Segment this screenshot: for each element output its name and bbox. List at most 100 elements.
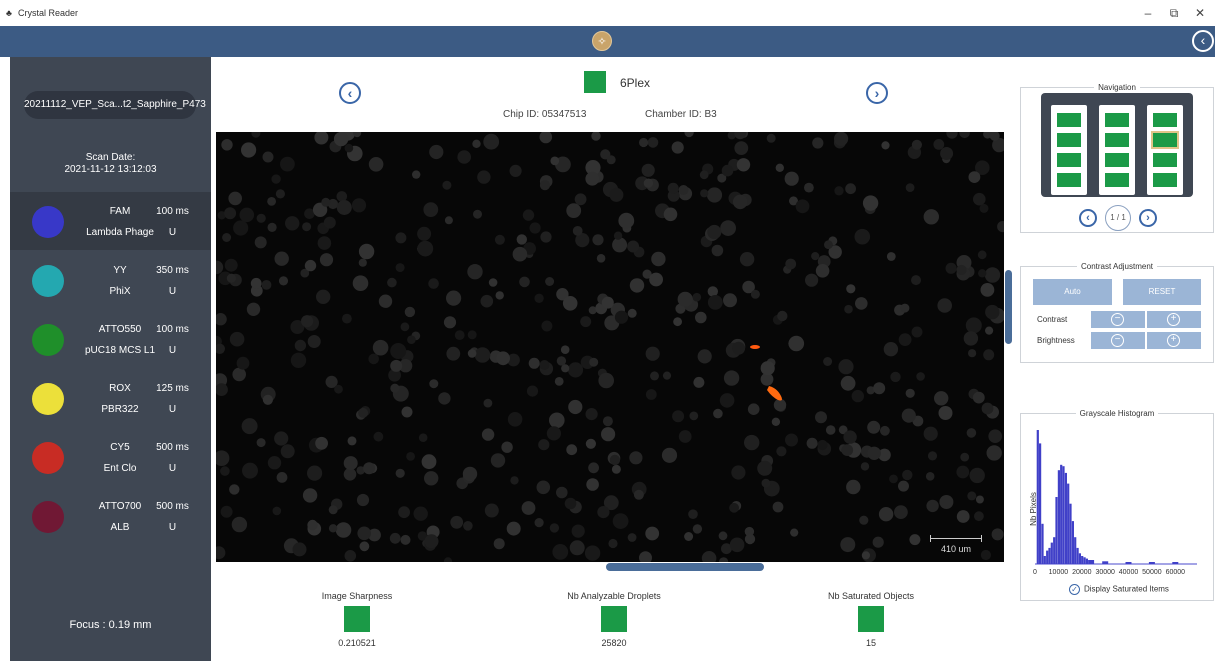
droplet <box>292 542 307 557</box>
prev-page-button[interactable]: ‹ <box>1079 209 1097 227</box>
droplet <box>463 521 473 531</box>
channel-row-yy[interactable]: YY 350 ms PhiX U <box>10 251 211 309</box>
chamber-cell[interactable] <box>1057 153 1081 167</box>
droplet <box>699 170 709 180</box>
scan-name-field[interactable]: 20211112_VEP_Sca...t2_Sapphire_P473 <box>24 91 206 119</box>
focus-readout: Focus : 0.19 mm <box>69 619 152 631</box>
droplet <box>493 538 505 550</box>
droplet <box>224 258 238 272</box>
chamber-cell[interactable] <box>1153 113 1177 127</box>
droplet <box>378 294 393 308</box>
horizontal-scrollbar[interactable] <box>606 563 764 571</box>
droplet <box>905 388 915 398</box>
brightness-decrease-button[interactable]: − <box>1091 332 1145 349</box>
next-chamber-button[interactable]: › <box>866 82 888 104</box>
droplet <box>290 352 307 368</box>
prev-chamber-button[interactable]: ‹ <box>339 82 361 104</box>
droplet <box>805 273 819 287</box>
next-page-button[interactable]: › <box>1139 209 1157 227</box>
contrast-decrease-button[interactable]: − <box>1091 311 1145 328</box>
chamber-cell-selected[interactable] <box>1151 131 1179 149</box>
droplet <box>627 533 637 542</box>
scale-label: 410 um <box>940 544 972 554</box>
droplet <box>421 454 437 470</box>
histogram-bar <box>1064 472 1067 564</box>
metric-label: Nb Saturated Objects <box>827 591 915 601</box>
chamber-cell[interactable] <box>1057 133 1081 147</box>
droplet <box>647 137 659 148</box>
droplet <box>963 331 979 346</box>
droplet <box>867 420 881 434</box>
channel-name: ATTO550 <box>98 324 142 335</box>
droplet <box>328 505 338 515</box>
droplet <box>274 431 289 446</box>
histogram-ylabel: Nb Pixels <box>1029 492 1038 526</box>
droplet <box>267 222 277 232</box>
droplet <box>262 394 273 405</box>
channel-row-atto700[interactable]: ATTO700 500 ms ALB U <box>10 487 211 545</box>
droplet <box>315 436 328 450</box>
contrast-increase-button[interactable]: + <box>1147 311 1201 328</box>
maximize-button[interactable]: ⧉ <box>1164 6 1184 21</box>
channel-name: CY5 <box>110 442 130 453</box>
droplet-image <box>216 132 1004 562</box>
droplet <box>980 283 995 297</box>
droplet <box>834 186 844 196</box>
channel-row-rox[interactable]: ROX 125 ms PBR322 U <box>10 369 211 427</box>
chamber-cell[interactable] <box>1105 133 1129 147</box>
droplet <box>539 360 550 370</box>
close-button[interactable]: ✕ <box>1190 6 1210 20</box>
page-indicator: 1 / 1 <box>1105 205 1131 231</box>
droplet <box>601 296 614 309</box>
reset-button[interactable]: RESET <box>1123 279 1201 305</box>
droplet <box>969 467 985 484</box>
droplet <box>450 515 464 529</box>
droplet <box>526 385 539 397</box>
channel-row-fam[interactable]: FAM 100 ms Lambda Phage U <box>10 192 211 250</box>
histogram-bar <box>1050 542 1053 564</box>
minimize-button[interactable]: – <box>1138 6 1158 20</box>
auto-button[interactable]: Auto <box>1033 279 1112 305</box>
chamber-cell[interactable] <box>1057 113 1081 127</box>
droplet <box>358 258 367 267</box>
droplet <box>959 132 970 139</box>
chamber-cell[interactable] <box>1057 173 1081 187</box>
chamber-cell[interactable] <box>1105 153 1129 167</box>
back-circle-icon[interactable]: ‹ <box>1192 30 1214 52</box>
chamber-cell[interactable] <box>1153 173 1177 187</box>
droplet <box>736 158 751 172</box>
droplet <box>925 472 935 481</box>
droplet <box>358 243 375 260</box>
droplet <box>701 551 717 562</box>
brightness-increase-button[interactable]: + <box>1147 332 1201 349</box>
channel-unit: U <box>168 404 177 415</box>
droplet <box>873 382 886 395</box>
droplet <box>216 450 230 466</box>
channel-name: YY <box>113 265 127 276</box>
droplet <box>406 452 415 461</box>
channel-exposure: 100 ms <box>156 324 189 335</box>
droplet <box>867 446 881 460</box>
droplet <box>732 194 748 210</box>
chamber-image-viewer[interactable] <box>216 132 1004 562</box>
droplet <box>707 286 718 297</box>
channel-row-cy5[interactable]: CY5 500 ms Ent Clo U <box>10 428 211 486</box>
channel-row-atto550[interactable]: ATTO550 100 ms pUC18 MCS L1 U <box>10 310 211 368</box>
droplet <box>938 406 953 420</box>
droplet <box>271 174 281 184</box>
droplet <box>566 203 582 218</box>
vertical-scrollbar[interactable] <box>1005 270 1012 344</box>
histogram-bar <box>1060 464 1063 564</box>
droplet <box>538 439 550 451</box>
droplet <box>927 451 938 461</box>
droplet <box>643 178 654 188</box>
droplet <box>651 251 666 267</box>
chamber-cell[interactable] <box>1105 113 1129 127</box>
droplet <box>689 411 699 421</box>
chamber-cell[interactable] <box>1153 153 1177 167</box>
channel-unit: U <box>168 522 177 533</box>
display-saturated-toggle[interactable]: ✓ Display Saturated Items <box>1069 584 1169 595</box>
droplet <box>372 339 389 356</box>
droplet <box>692 292 702 302</box>
chamber-cell[interactable] <box>1105 173 1129 187</box>
